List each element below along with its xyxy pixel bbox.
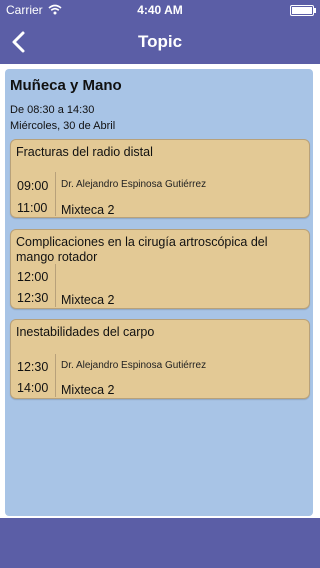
session-start-time: 09:00 [17,179,49,193]
session-speaker: Dr. Alejandro Espinosa Gutiérrez [61,360,207,371]
topic-panel: Muñeca y Mano De 08:30 a 14:30 Miércoles… [5,69,313,516]
session-end-time: 11:00 [17,201,48,215]
page-title: Topic [137,32,183,51]
session-end-time: 14:00 [17,381,49,395]
clock: 4:40 AM [137,3,183,17]
topic-time-range: De 08:30 a 14:30 [10,104,95,116]
topic-title: Muñeca y Mano [10,77,122,94]
divider [55,354,56,397]
navigation-bar: Topic [0,20,320,64]
session-title: Fracturas del radio distal [16,145,153,159]
status-bar: Carrier 4:40 AM [0,0,320,20]
content-area: Muñeca y Mano De 08:30 a 14:30 Miércoles… [0,64,320,518]
bottom-bar [0,518,320,568]
session-title: Inestabilidades del carpo [16,325,155,339]
session-room: Mixteca 2 [61,203,115,217]
session-room: Mixteca 2 [61,383,115,397]
divider [55,172,56,216]
session-start-time: 12:30 [17,360,49,374]
topic-date: Miércoles, 30 de Abril [10,120,116,132]
session-title: Complicaciones en la cirugía artroscópic… [16,235,268,264]
battery-icon [290,5,316,16]
session-end-time: 12:30 [17,291,49,305]
session-speaker: Dr. Alejandro Espinosa Gutiérrez [61,179,207,190]
session-card[interactable]: Fracturas del radio distal 09:00 11:00 D… [10,139,310,218]
session-card[interactable]: Complicaciones en la cirugía artroscópic… [10,229,310,309]
divider [55,264,56,307]
session-start-time: 12:00 [17,270,49,284]
session-card[interactable]: Inestabilidades del carpo 12:30 14:00 Dr… [10,319,310,399]
session-room: Mixteca 2 [61,293,115,307]
